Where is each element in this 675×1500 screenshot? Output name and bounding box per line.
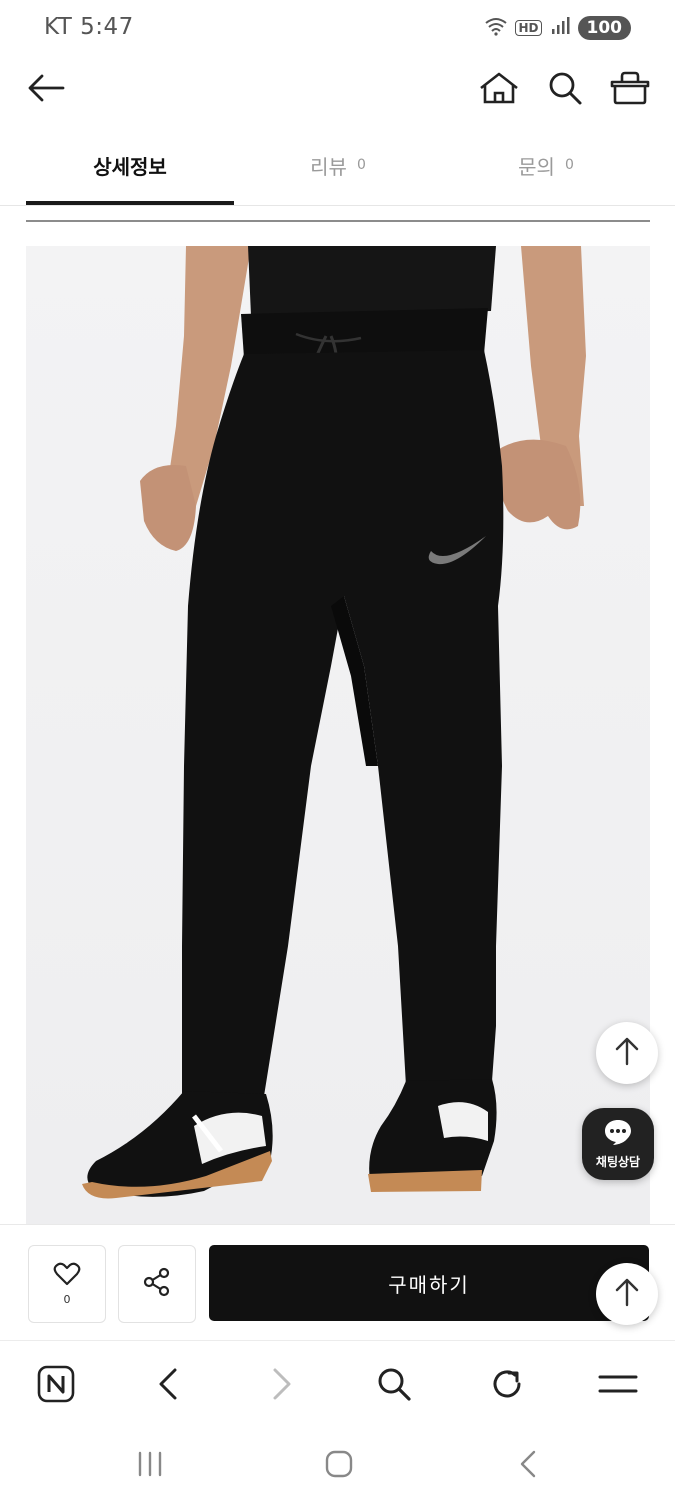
system-navigation (0, 1426, 675, 1500)
home-button-icon[interactable] (317, 1442, 361, 1486)
back-chevron-icon[interactable] (144, 1360, 192, 1408)
search-icon[interactable] (543, 66, 587, 110)
tab-label: 리뷰 (310, 154, 347, 179)
refresh-icon[interactable] (483, 1360, 531, 1408)
purchase-bar: 0 구매하기 (0, 1224, 675, 1341)
tab-reviews[interactable]: 리뷰 0 (234, 128, 442, 202)
detail-tabs: 상세정보 리뷰 0 문의 0 (26, 128, 650, 206)
scroll-top-button[interactable] (596, 1022, 658, 1084)
tab-count: 0 (356, 157, 366, 173)
like-button[interactable]: 0 (28, 1245, 106, 1323)
wifi-icon (485, 16, 508, 40)
recent-apps-icon[interactable] (128, 1442, 172, 1486)
chat-consult-button[interactable]: 채팅상담 (582, 1108, 654, 1180)
heart-icon (53, 1262, 81, 1290)
page-header (0, 58, 675, 118)
naver-n-icon[interactable] (32, 1360, 80, 1408)
signal-icon (550, 16, 570, 40)
forward-chevron-icon[interactable] (258, 1360, 306, 1408)
battery-indicator: 100 (577, 16, 631, 40)
menu-icon[interactable] (594, 1360, 642, 1408)
carrier-time: KT 5:47 (44, 14, 134, 40)
tabs-divider (0, 205, 675, 206)
hd-badge: HD (515, 20, 542, 36)
browser-toolbar (0, 1340, 675, 1427)
tab-label: 상세정보 (93, 154, 167, 179)
chat-bubble-icon (603, 1118, 633, 1150)
scroll-top-button-secondary[interactable] (596, 1263, 658, 1325)
status-icons: HD 100 (485, 14, 631, 42)
status-bar: KT 5:47 HD 100 (0, 0, 675, 56)
tab-label: 문의 (518, 154, 555, 179)
share-button[interactable] (118, 1245, 196, 1323)
buy-button[interactable]: 구매하기 (209, 1245, 649, 1321)
chat-label: 채팅상담 (595, 1155, 641, 1169)
basket-icon[interactable] (608, 66, 652, 110)
home-icon[interactable] (477, 66, 521, 110)
tab-count: 0 (564, 157, 574, 173)
tab-inquiries[interactable]: 문의 0 (442, 128, 650, 202)
arrow-up-icon (615, 1036, 639, 1070)
search-icon[interactable] (370, 1360, 418, 1408)
tab-detail-info[interactable]: 상세정보 (26, 128, 234, 202)
arrow-left-icon[interactable] (24, 66, 68, 110)
content-divider (26, 220, 650, 222)
back-nav-icon[interactable] (506, 1442, 550, 1486)
share-icon (142, 1267, 172, 1301)
product-image (26, 246, 650, 1224)
like-count: 0 (63, 1293, 71, 1306)
arrow-up-icon (615, 1277, 639, 1311)
